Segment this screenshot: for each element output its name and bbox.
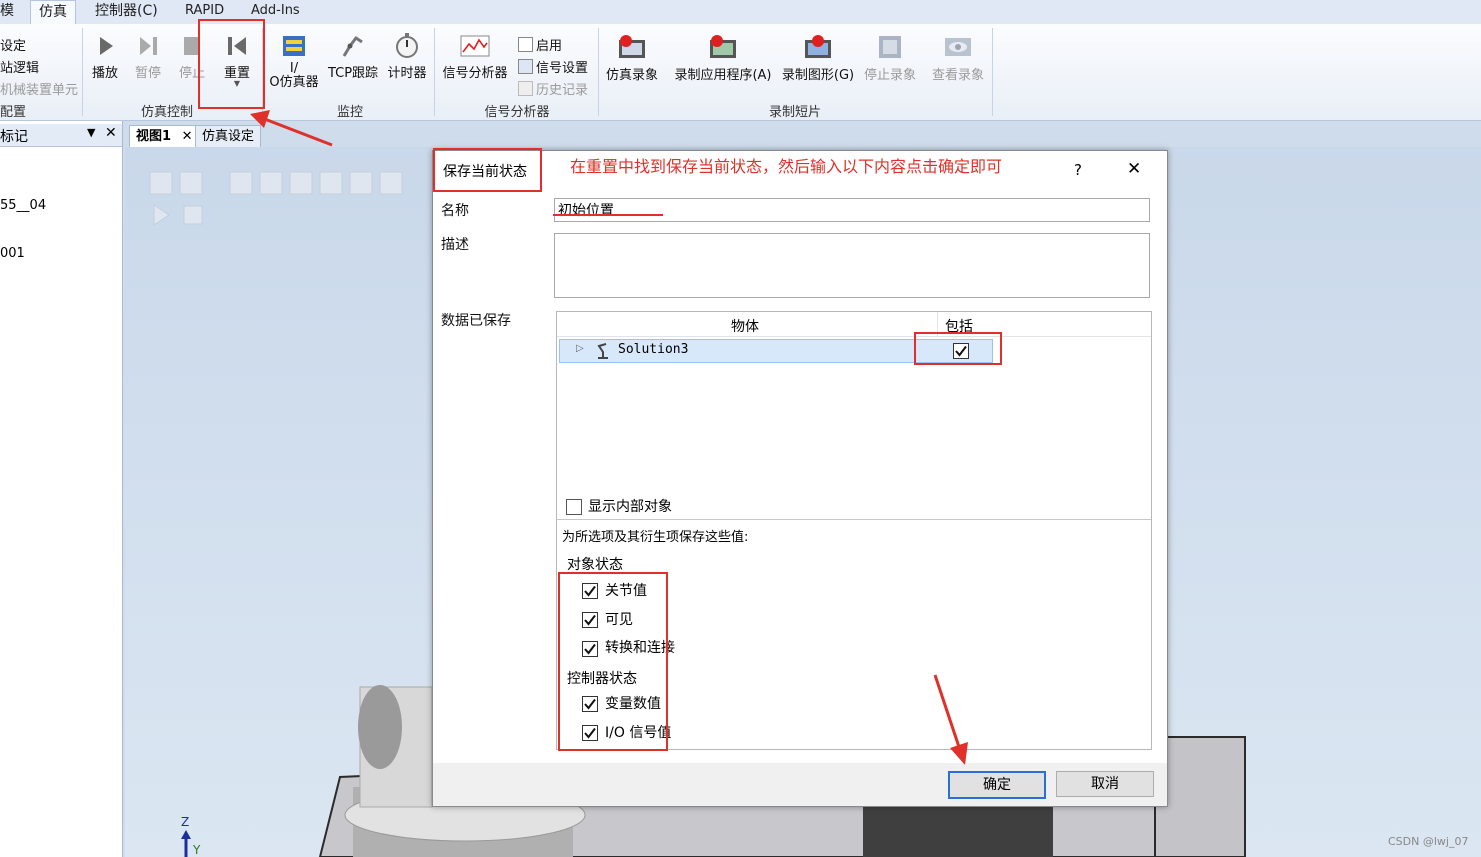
stopwatch-icon [396,33,418,58]
axis-z-label: Z [181,815,190,829]
history-button: 历史记录 [518,79,588,98]
annotation-box-title [433,148,542,192]
cancel-button[interactable]: 取消 [1056,771,1154,797]
panel-close-icon[interactable]: ✕ [105,125,117,141]
annotation-underline [553,214,663,216]
save-state-dialog: 保存当前状态 ? ✕ 名称 初始位置 描述 数据已保存 物体 包括 ▷ Solu… [432,150,1168,807]
tab-sim-settings[interactable]: 仿真设定 [195,125,262,147]
timer-button[interactable]: 计时器 [384,32,430,81]
tab-modeling[interactable]: 模 [0,0,14,24]
annotation-box-options [558,572,668,751]
left-panel-header: 标记 ▼ ✕ [0,124,122,147]
signal-analyzer-button[interactable]: 信号分析器 [438,34,512,81]
tab-simulation[interactable]: 仿真 [30,0,76,25]
record-app-button[interactable]: 录制应用程序(A) [670,34,776,83]
ribbon-item-settings[interactable]: 设定 [0,35,26,54]
pause-icon [140,37,157,55]
view-record-button: 查看录象 [928,34,988,83]
history-icon [518,81,533,96]
left-browser-panel [0,121,123,857]
save-hint: 为所选项及其衍生项保存这些值: [562,530,749,545]
close-button[interactable]: ✕ [1127,159,1141,179]
sim-record-button[interactable]: 仿真录象 [601,34,663,83]
ribbon-item-station-logic[interactable]: 站逻辑 [0,57,39,76]
tab-controller[interactable]: 控制器(C) [95,0,158,24]
group-label-config: 配置 [0,105,27,120]
name-label: 名称 [441,203,469,219]
record-app-icon [710,35,736,58]
axis-y-label: Y [193,843,201,857]
signal-chart-icon [460,35,490,57]
view-record-icon [945,38,971,56]
name-input[interactable]: 初始位置 [554,198,1150,222]
ribbon-item-mechanism-unit: 机械装置单元 [0,83,79,98]
watermark: CSDN @lwj_07 [1388,835,1469,848]
browser-item[interactable]: 001 [0,246,25,261]
show-internal-label: 显示内部对象 [588,499,672,515]
description-label: 描述 [441,237,469,253]
close-icon[interactable]: ✕ [182,129,193,144]
robot-arm-icon [342,35,363,57]
ok-button[interactable]: 确定 [948,771,1046,799]
io-simulator-button[interactable]: I/ O仿真器 [265,34,323,90]
panel-menu-icon[interactable]: ▼ [87,126,95,139]
object-state-label: 对象状态 [567,557,623,573]
record-graphics-icon [805,35,831,58]
group-label-recording: 录制短片 [768,105,821,120]
signal-settings-button[interactable]: 信号设置 [518,57,588,76]
robot-icon [597,343,608,359]
pause-button: 暂停 [131,34,165,81]
data-saved-label: 数据已保存 [441,313,511,329]
annotation-box-reset [198,19,265,109]
help-button[interactable]: ? [1074,161,1082,179]
stop-record-button: 停止录象 [860,34,920,83]
checkbox-icon [518,37,533,52]
show-internal-checkbox[interactable] [566,499,582,515]
expand-arrow-icon[interactable]: ▷ [576,343,584,354]
play-button[interactable]: 播放 [88,34,122,81]
group-label-monitor: 监控 [336,105,363,120]
play-icon [100,37,113,55]
group-label-signal-analyzer: 信号分析器 [484,105,550,120]
record-film-icon [619,35,645,58]
object-table-header: 物体 包括 [557,312,1151,337]
settings-grid-icon [518,59,533,74]
tab-view1[interactable]: 视图1 ✕ [129,125,200,147]
browser-item[interactable]: 55__04 [0,198,46,213]
tcp-trace-button[interactable]: TCP跟踪 [326,34,380,81]
stop-record-icon [879,36,901,58]
annotation-text: 在重置中找到保存当前状态，然后输入以下内容点击确定即可 [570,157,1003,176]
io-simulator-icon [283,36,305,56]
description-input[interactable] [554,233,1150,298]
column-object: 物体 [731,319,759,335]
annotation-box-include [914,332,1002,365]
enable-checkbox[interactable]: 启用 [518,35,562,54]
record-graphics-button[interactable]: 录制图形(G) [778,34,858,83]
